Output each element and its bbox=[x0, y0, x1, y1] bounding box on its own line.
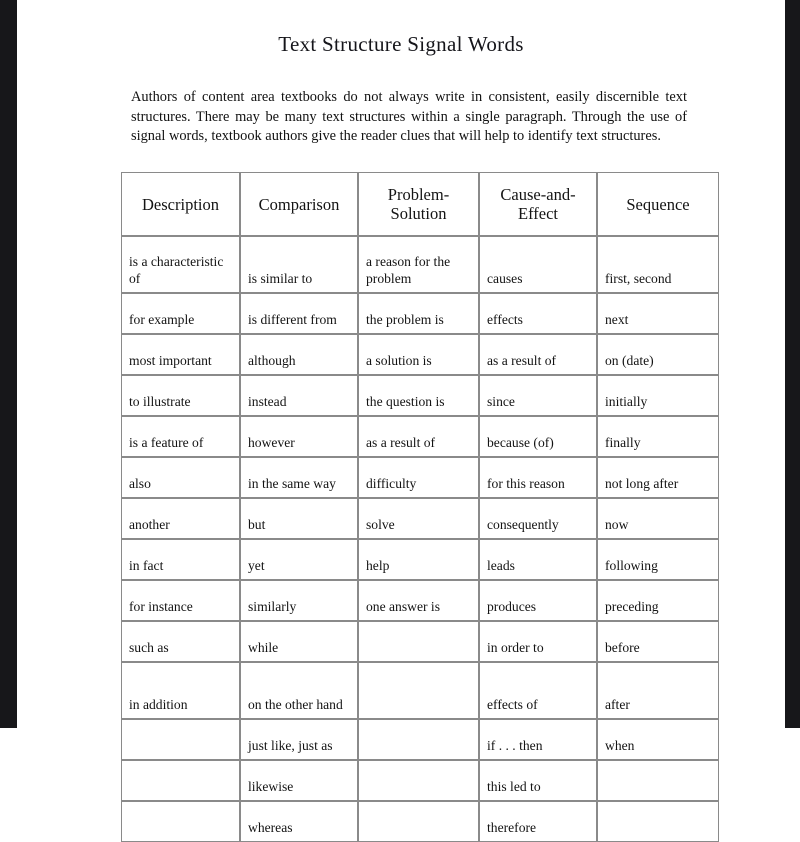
table-cell: instead bbox=[240, 375, 358, 416]
table-header-row: Description Comparison Problem-Solution … bbox=[121, 172, 719, 236]
table-cell: in order to bbox=[479, 621, 597, 662]
table-cell: after bbox=[597, 662, 719, 719]
table-cell bbox=[121, 760, 240, 801]
table-cell: first, second bbox=[597, 236, 719, 293]
table-cell: just like, just as bbox=[240, 719, 358, 760]
table-row: just like, just as if . . . then when bbox=[121, 719, 719, 760]
table-cell: consequently bbox=[479, 498, 597, 539]
table-cell: but bbox=[240, 498, 358, 539]
table-cell: as a result of bbox=[479, 334, 597, 375]
table-cell: when bbox=[597, 719, 719, 760]
table-row: to illustrate instead the question is since… bbox=[121, 375, 719, 416]
table-cell: effects of bbox=[479, 662, 597, 719]
table-row: is a feature of however as a result of beca… bbox=[121, 416, 719, 457]
table-cell: for instance bbox=[121, 580, 240, 621]
table-cell bbox=[121, 801, 240, 842]
table-cell: causes bbox=[479, 236, 597, 293]
page-title: Text Structure Signal Words bbox=[278, 32, 524, 57]
column-header-comparison: Comparison bbox=[240, 172, 358, 236]
table-cell bbox=[597, 760, 719, 801]
table-cell: to illustrate bbox=[121, 375, 240, 416]
table-cell: for this reason bbox=[479, 457, 597, 498]
table-cell: if . . . then bbox=[479, 719, 597, 760]
table-row: in addition on the other hand effects of af… bbox=[121, 662, 719, 719]
table-cell: on (date) bbox=[597, 334, 719, 375]
column-header-sequence: Sequence bbox=[597, 172, 719, 236]
table-cell: help bbox=[358, 539, 479, 580]
table-cell: on the other hand bbox=[240, 662, 358, 719]
table-cell: while bbox=[240, 621, 358, 662]
table-row: such as while in order to before bbox=[121, 621, 719, 662]
left-edge-strip bbox=[0, 0, 17, 728]
table-cell bbox=[358, 801, 479, 842]
table-cell: because (of) bbox=[479, 416, 597, 457]
table-cell: another bbox=[121, 498, 240, 539]
table-cell: although bbox=[240, 334, 358, 375]
table-cell bbox=[358, 719, 479, 760]
table-cell: now bbox=[597, 498, 719, 539]
table-cell bbox=[358, 662, 479, 719]
table-cell: in the same way bbox=[240, 457, 358, 498]
table-cell: is a characteristic of bbox=[121, 236, 240, 293]
table-cell: initially bbox=[597, 375, 719, 416]
table-cell: therefore bbox=[479, 801, 597, 842]
table-row: whereas therefore bbox=[121, 801, 719, 842]
table-cell: similarly bbox=[240, 580, 358, 621]
table-cell bbox=[358, 621, 479, 662]
table-cell bbox=[121, 719, 240, 760]
table-cell: finally bbox=[597, 416, 719, 457]
table-row: also in the same way difficulty for this re… bbox=[121, 457, 719, 498]
table-cell: is similar to bbox=[240, 236, 358, 293]
table-cell: solve bbox=[358, 498, 479, 539]
table-cell: yet bbox=[240, 539, 358, 580]
table-cell: as a result of bbox=[358, 416, 479, 457]
table-row: most important although a solution is as a … bbox=[121, 334, 719, 375]
document-page: Text Structure Signal Words Authors of c… bbox=[0, 0, 800, 842]
table-row: likewise this led to bbox=[121, 760, 719, 801]
signal-words-table-container: Description Comparison Problem-Solution … bbox=[121, 172, 719, 842]
table-cell bbox=[597, 801, 719, 842]
table-cell: difficulty bbox=[358, 457, 479, 498]
table-cell: the question is bbox=[358, 375, 479, 416]
column-header-description: Description bbox=[121, 172, 240, 236]
table-cell bbox=[358, 760, 479, 801]
table-row: for instance similarly one answer is produc… bbox=[121, 580, 719, 621]
table-row: is a characteristic of is similar to a rea… bbox=[121, 236, 719, 293]
column-header-problem-solution: Problem-Solution bbox=[358, 172, 479, 236]
table-cell: such as bbox=[121, 621, 240, 662]
table-cell: next bbox=[597, 293, 719, 334]
table-cell: however bbox=[240, 416, 358, 457]
table-cell: the problem is bbox=[358, 293, 479, 334]
table-cell: since bbox=[479, 375, 597, 416]
table-body: is a characteristic of is similar to a rea… bbox=[121, 236, 719, 842]
table-row: in fact yet help leads following bbox=[121, 539, 719, 580]
table-cell: a solution is bbox=[358, 334, 479, 375]
table-cell: not long after bbox=[597, 457, 719, 498]
table-cell: produces bbox=[479, 580, 597, 621]
table-cell: most important bbox=[121, 334, 240, 375]
table-cell: in addition bbox=[121, 662, 240, 719]
intro-paragraph: Authors of content area textbooks do not… bbox=[131, 89, 687, 145]
table-cell: this led to bbox=[479, 760, 597, 801]
table-cell: one answer is bbox=[358, 580, 479, 621]
table-cell: whereas bbox=[240, 801, 358, 842]
table-row: another but solve consequently now bbox=[121, 498, 719, 539]
table-cell: in fact bbox=[121, 539, 240, 580]
table-cell: before bbox=[597, 621, 719, 662]
table-cell: a reason for the problem bbox=[358, 236, 479, 293]
table-cell: leads bbox=[479, 539, 597, 580]
table-cell: following bbox=[597, 539, 719, 580]
table-cell: also bbox=[121, 457, 240, 498]
table-row: for example is different from the problem … bbox=[121, 293, 719, 334]
table-cell: effects bbox=[479, 293, 597, 334]
table-cell: likewise bbox=[240, 760, 358, 801]
column-header-cause-and-effect: Cause-and-Effect bbox=[479, 172, 597, 236]
signal-words-table: Description Comparison Problem-Solution … bbox=[121, 172, 719, 842]
table-cell: is a feature of bbox=[121, 416, 240, 457]
table-cell: for example bbox=[121, 293, 240, 334]
right-edge-strip bbox=[785, 0, 800, 728]
table-cell: preceding bbox=[597, 580, 719, 621]
table-cell: is different from bbox=[240, 293, 358, 334]
